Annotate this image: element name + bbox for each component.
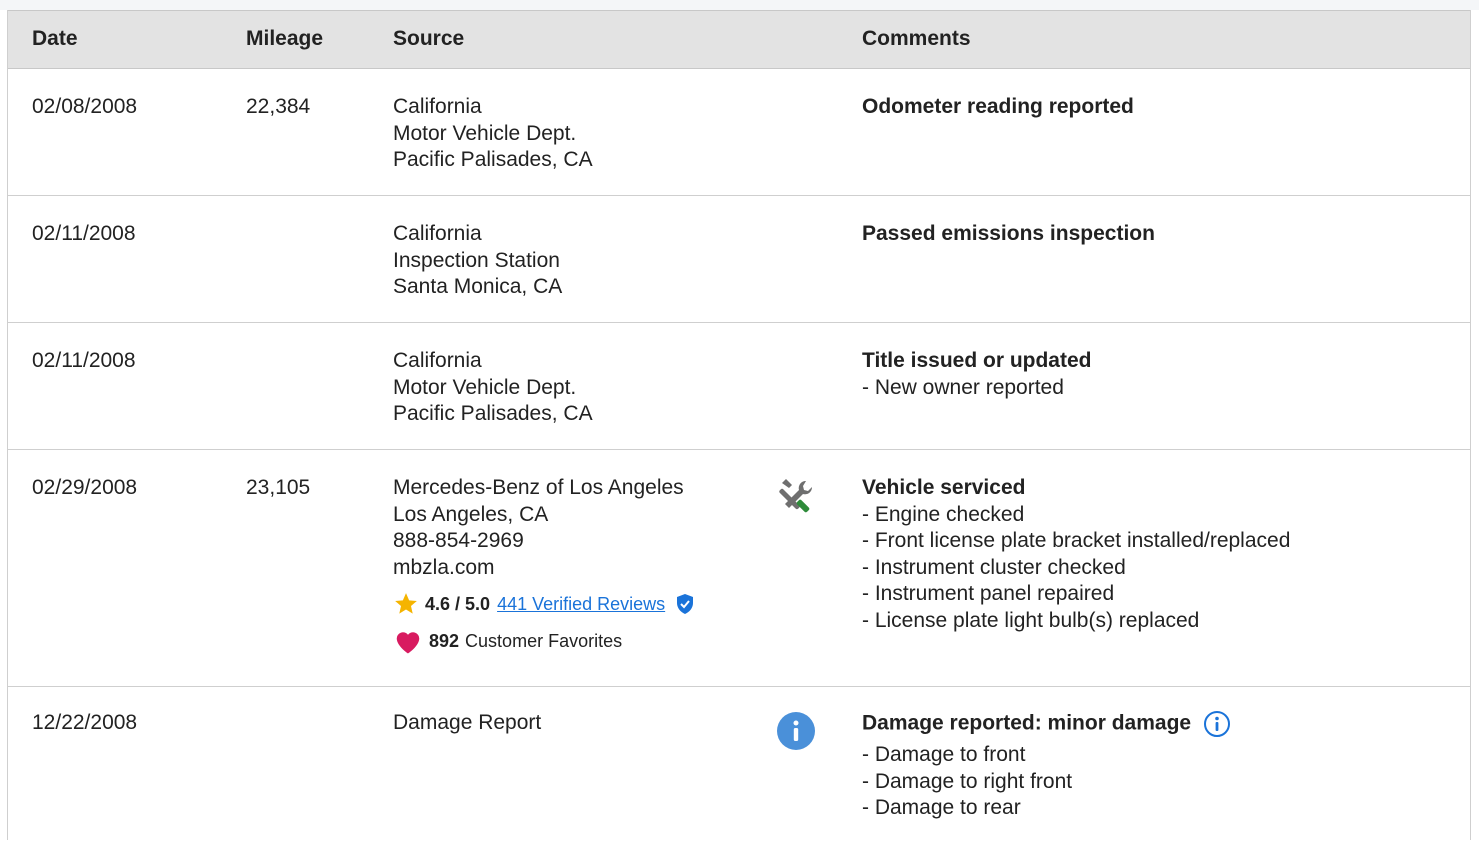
comment-title: Odometer reading reported [862,95,1134,118]
source-line: California [393,222,482,245]
row-comments: Title issued or updated - New owner repo… [862,348,1091,401]
row-source: Mercedes-Benz of Los Angeles Los Angeles… [393,475,695,655]
source-line: Los Angeles, CA [393,502,549,526]
comment-item: - Damage to right front [862,769,1073,793]
service-tools-icon [779,479,813,513]
info-outline-icon[interactable] [1203,710,1231,738]
row-date: 02/11/2008 [32,349,136,372]
comment-item: - Front license plate bracket installed/… [862,529,1291,552]
comment-item: - Damage to rear [862,796,1021,819]
table-row: 12/22/2008 Damage Report Damage reported… [8,687,1470,847]
row-comments: Odometer reading reported [862,94,1134,121]
source-line: Damage Report [393,711,542,734]
row-comments: Vehicle serviced - Engine checked - Fron… [862,475,1290,634]
header-mileage: Mileage [246,27,324,50]
heart-icon [396,632,420,654]
favorites-label: Customer Favorites [465,631,623,651]
row-mileage: 23,105 [246,476,311,499]
table-row: 02/11/2008 California Motor Vehicle Dept… [8,323,1470,450]
source-line: Pacific Palisades, CA [393,148,593,171]
comment-title: Damage reported: minor damage [862,710,1231,738]
source-line: Motor Vehicle Dept. [393,375,577,399]
customer-favorites: 892 Customer Favorites [393,627,695,655]
comment-item: - Instrument cluster checked [862,555,1126,579]
table-row: 02/11/2008 California Inspection Station… [8,196,1470,323]
comment-item: - New owner reported [862,375,1064,399]
dealer-phone: 888-854-2969 [393,529,524,552]
comment-title: Passed emissions inspection [862,222,1155,245]
row-date: 02/11/2008 [32,222,136,245]
favorites-count: 892 [429,631,460,651]
header-source: Source [393,27,465,50]
comment-item: - Instrument panel repaired [862,582,1115,605]
damage-title-text: Damage reported: minor damage [862,711,1192,735]
source-line: Pacific Palisades, CA [393,402,593,425]
comment-item: - Engine checked [862,502,1025,526]
header-comments: Comments [862,27,971,50]
top-strip [0,0,1479,10]
row-comments: Damage reported: minor damage - Damage t… [862,710,1231,822]
star-icon [395,593,417,614]
vehicle-history-table: Date Mileage Source Comments 02/08/2008 … [7,10,1471,840]
comment-title: Title issued or updated [862,349,1092,372]
rating-score: 4.6 / 5.0 [425,594,491,614]
comment-item: - Damage to front [862,743,1026,766]
row-source: California Motor Vehicle Dept. Pacific P… [393,348,593,428]
comment-title: Vehicle serviced [862,476,1026,499]
header-date: Date [32,27,78,50]
info-icon[interactable] [777,712,815,750]
dealer-website: mbzla.com [393,555,495,579]
row-comments: Passed emissions inspection [862,221,1155,248]
row-date: 12/22/2008 [32,711,138,734]
source-line: Motor Vehicle Dept. [393,121,577,145]
row-mileage: 22,384 [246,95,311,118]
source-line: Inspection Station [393,248,560,272]
table-header: Date Mileage Source Comments [8,10,1470,69]
row-source: Damage Report [393,710,541,737]
source-line: Santa Monica, CA [393,275,563,298]
source-line: California [393,349,482,372]
comment-item: - License plate light bulb(s) replaced [862,608,1200,632]
row-date: 02/29/2008 [32,476,138,499]
verified-shield-icon [677,594,694,614]
table-row: 02/29/2008 23,105 Mercedes-Benz of Los A… [8,450,1470,687]
row-source: California Inspection Station Santa Moni… [393,221,562,301]
table-row: 02/08/2008 22,384 California Motor Vehic… [8,69,1470,196]
verified-reviews-link[interactable]: 441 Verified Reviews [497,592,665,616]
dealer-name: Mercedes-Benz of Los Angeles [393,476,684,499]
row-source: California Motor Vehicle Dept. Pacific P… [393,94,593,174]
source-line: California [393,95,482,118]
row-date: 02/08/2008 [32,95,138,118]
dealer-rating: 4.6 / 5.0 441 Verified Reviews [393,591,695,617]
